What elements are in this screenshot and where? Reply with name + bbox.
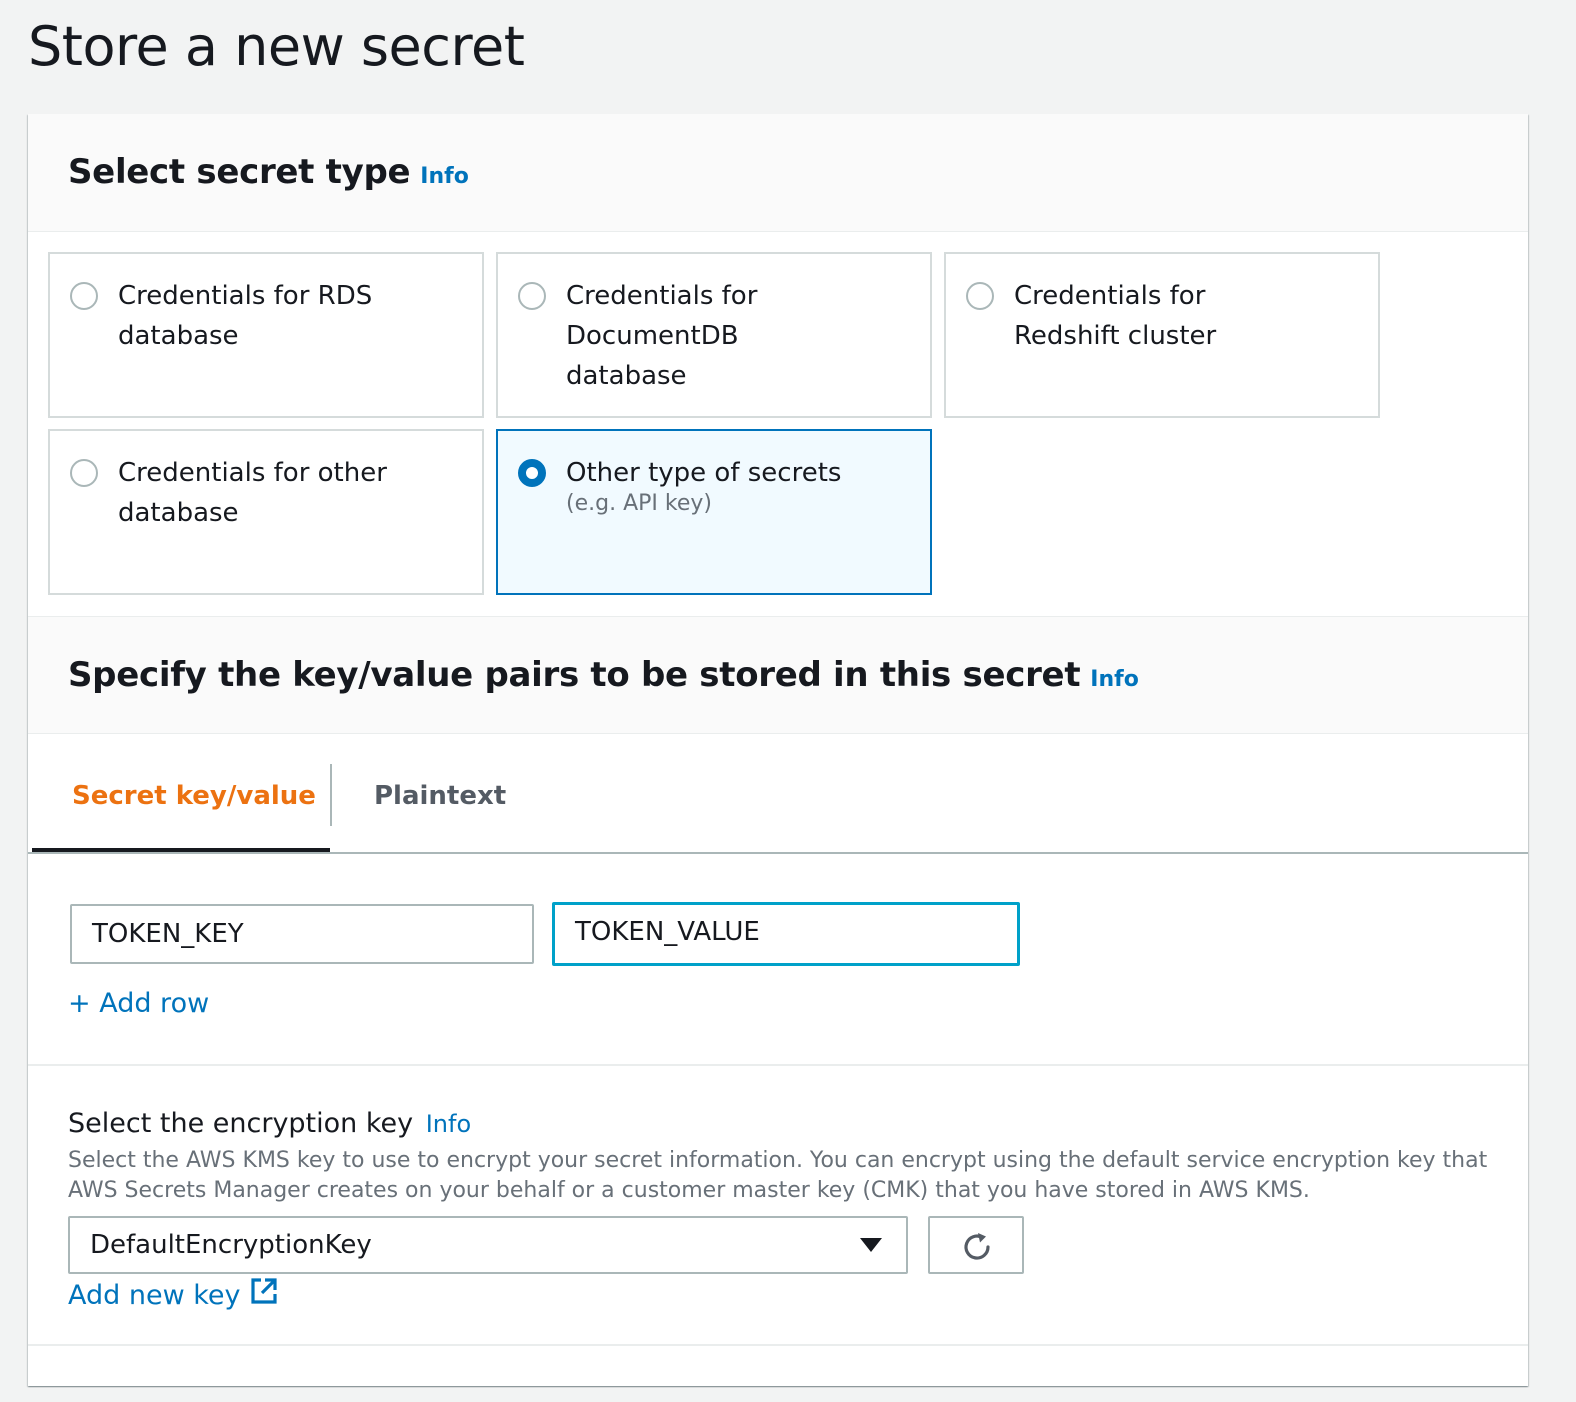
add-row-link[interactable]: + Add row — [68, 988, 209, 1019]
refresh-button[interactable] — [928, 1216, 1024, 1274]
tile-other-secrets[interactable]: Other type of secrets (e.g. API key) — [496, 429, 932, 595]
secret-type-info-link[interactable]: Info — [420, 164, 469, 189]
radio-icon[interactable] — [518, 459, 546, 487]
secret-key-input[interactable]: TOKEN_KEY — [70, 904, 534, 964]
tile-label: Credentials for DocumentDB database — [566, 281, 758, 391]
key-value-heading: Specify the key/value pairs to be stored… — [68, 655, 1139, 695]
encryption-key-label-text: Select the encryption key — [68, 1108, 414, 1139]
encryption-key-select[interactable]: DefaultEncryptionKey — [68, 1216, 908, 1274]
section-divider-bottom — [28, 1344, 1528, 1346]
store-secret-panel: Select secret type Info Credentials for R… — [28, 114, 1528, 1386]
encryption-description: Select the AWS KMS key to use to encrypt… — [68, 1148, 1488, 1203]
tile-sublabel: (e.g. API key) — [566, 491, 712, 516]
tile-rds[interactable]: Credentials for RDS database — [48, 252, 484, 418]
caret-down-icon — [860, 1238, 882, 1252]
radio-icon[interactable] — [966, 282, 994, 310]
secret-type-heading-text: Select secret type — [68, 152, 411, 192]
key-value-heading-text: Specify the key/value pairs to be stored… — [68, 655, 1081, 695]
active-tab-indicator — [32, 848, 330, 852]
section-divider — [28, 1064, 1528, 1066]
tile-other-database[interactable]: Credentials for other database — [48, 429, 484, 595]
refresh-icon — [964, 1233, 990, 1260]
secret-type-header: Select secret type Info — [28, 114, 1528, 232]
encryption-key-label: Select the encryption key Info — [68, 1108, 471, 1139]
encryption-key-selected-value: DefaultEncryptionKey — [90, 1230, 372, 1260]
key-value-tabs: Secret key/value Plaintext — [28, 734, 1528, 854]
tile-label: Credentials for other database — [118, 458, 387, 528]
external-link-icon — [250, 1278, 277, 1304]
radio-icon[interactable] — [518, 282, 546, 310]
tab-secret-key-value[interactable]: Secret key/value — [72, 734, 316, 852]
key-value-header: Specify the key/value pairs to be stored… — [28, 616, 1528, 734]
tile-label: Credentials for RDS database — [118, 281, 373, 351]
tab-divider — [330, 764, 332, 826]
tab-plaintext[interactable]: Plaintext — [374, 734, 506, 852]
tile-redshift[interactable]: Credentials for Redshift cluster — [944, 252, 1380, 418]
tile-documentdb[interactable]: Credentials for DocumentDB database — [496, 252, 932, 418]
secret-type-heading: Select secret type Info — [68, 152, 469, 192]
page-title: Store a new secret — [28, 15, 525, 78]
radio-icon[interactable] — [70, 282, 98, 310]
tile-label: Credentials for Redshift cluster — [1014, 281, 1217, 351]
key-value-info-link[interactable]: Info — [1090, 667, 1139, 692]
add-new-key-link[interactable]: Add new key — [68, 1276, 279, 1311]
encryption-info-link[interactable]: Info — [426, 1110, 471, 1138]
radio-icon[interactable] — [70, 459, 98, 487]
tile-label: Other type of secrets — [566, 458, 842, 488]
add-new-key-label: Add new key — [68, 1280, 241, 1311]
secret-value-input[interactable]: TOKEN_VALUE — [552, 902, 1020, 966]
